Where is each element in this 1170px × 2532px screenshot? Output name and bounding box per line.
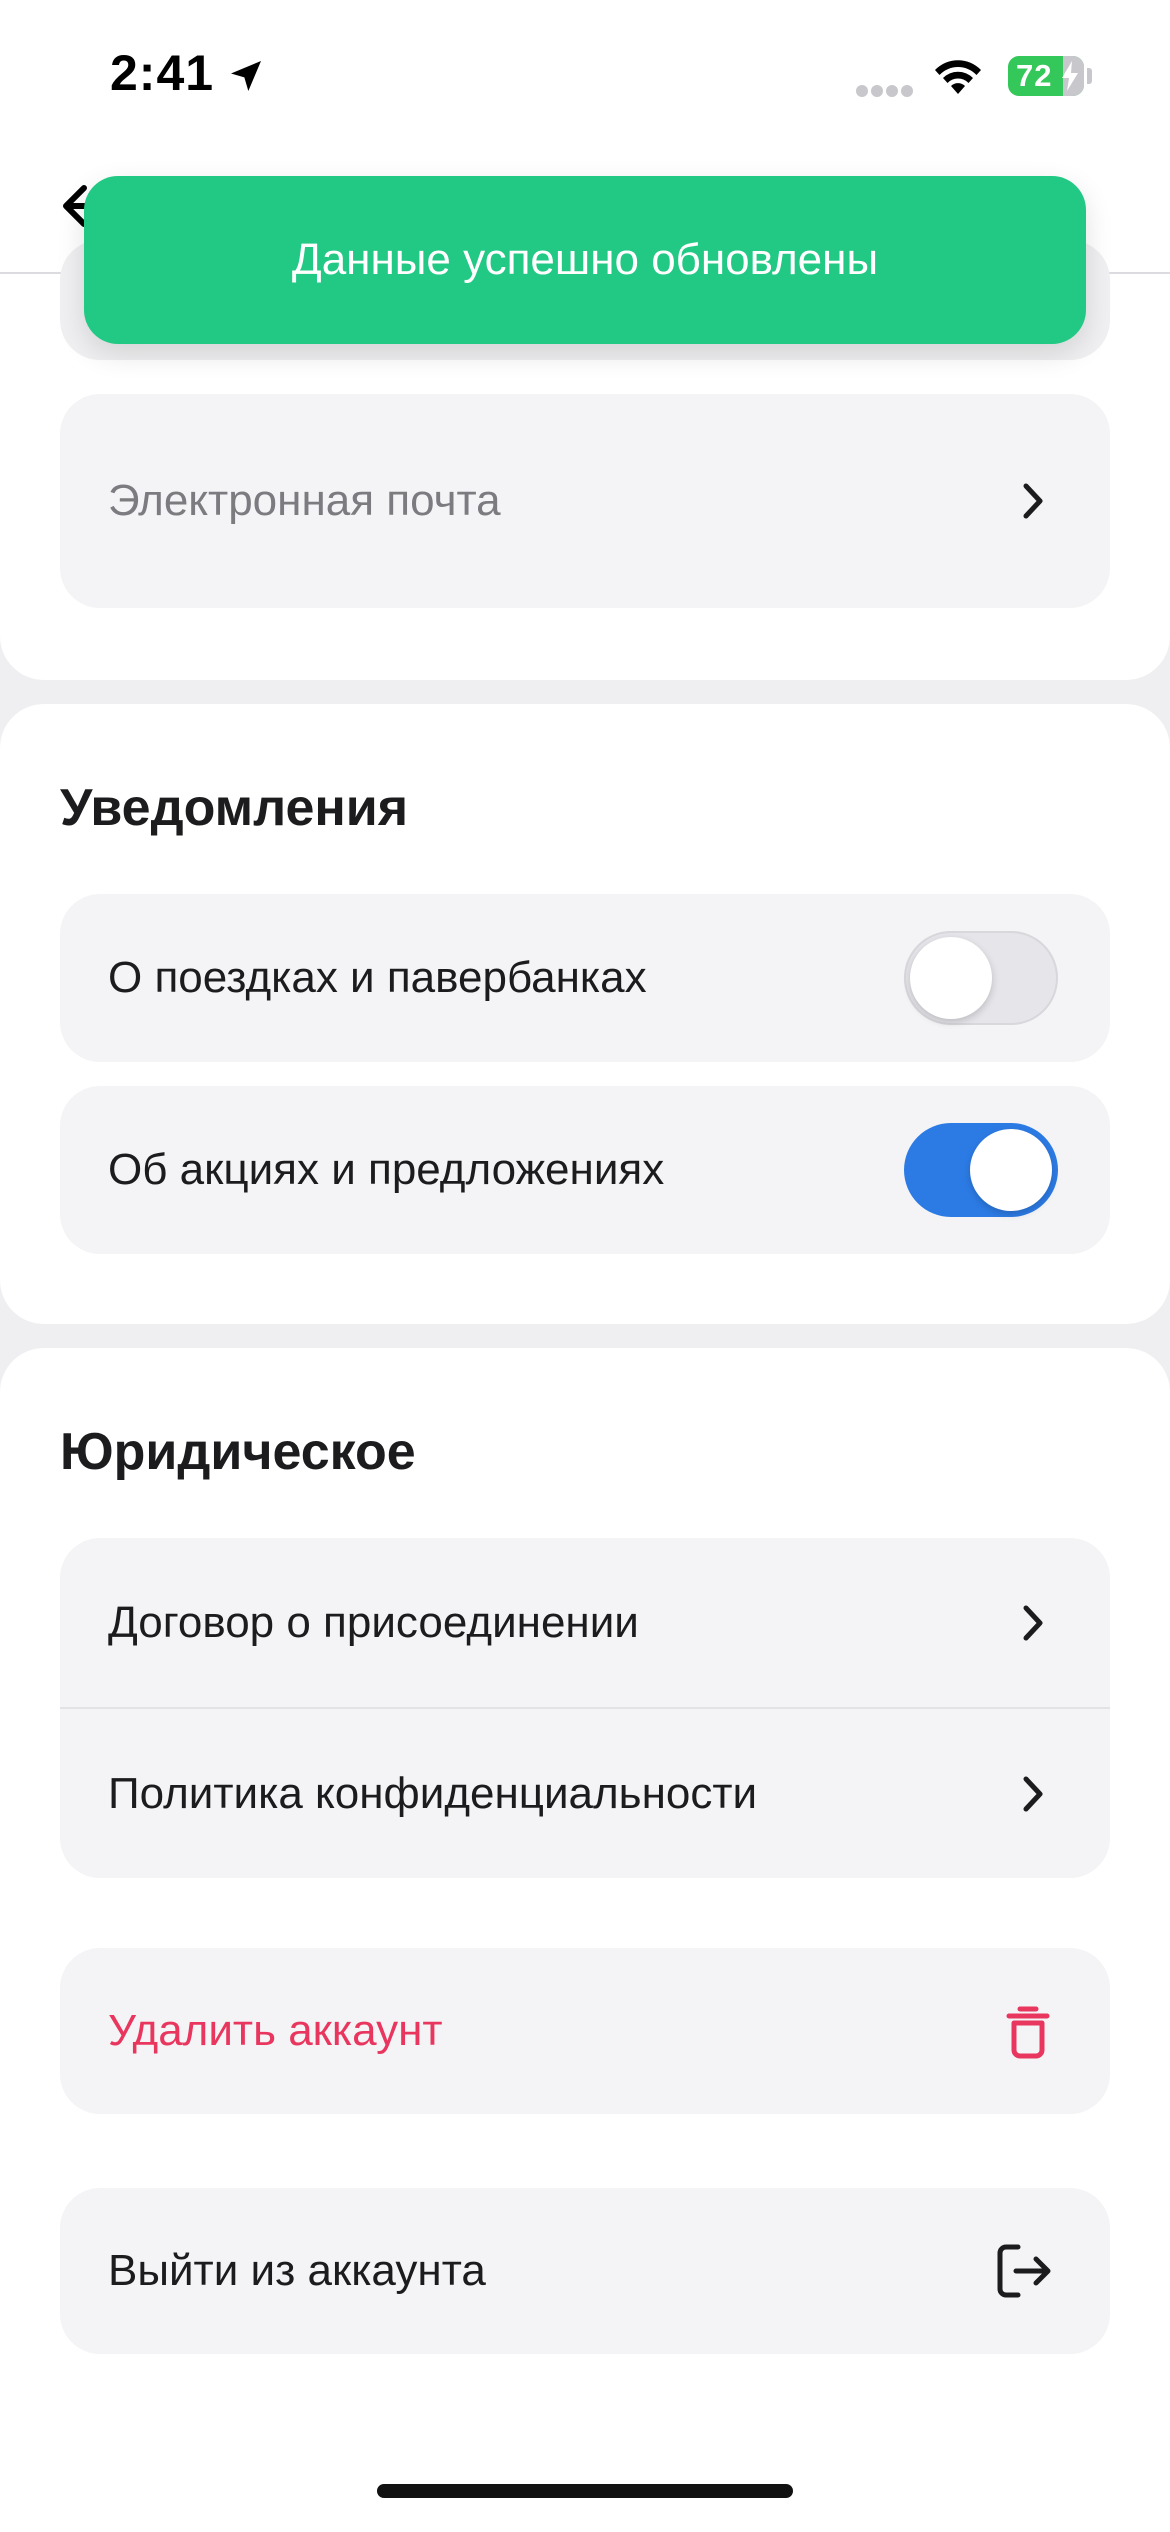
chevron-right-icon: [1023, 483, 1043, 519]
notification-trips-label: О поездках и павербанках: [108, 953, 647, 1002]
delete-account-button[interactable]: Удалить аккаунт: [60, 1948, 1110, 2114]
notifications-title: Уведомления: [60, 779, 409, 837]
battery-level: 72: [1016, 58, 1053, 93]
legal-item-privacy[interactable]: Политика конфиденциальности: [60, 1709, 1110, 1878]
legal-title: Юридическое: [60, 1423, 416, 1481]
wifi-icon: [935, 60, 981, 94]
email-card[interactable]: Электронная почта: [60, 394, 1110, 608]
delete-account-label: Удалить аккаунт: [108, 2006, 443, 2055]
delete-account-row[interactable]: Удалить аккаунт: [60, 1948, 1110, 2114]
notification-promos-card: Об акциях и предложениях: [60, 1086, 1110, 1254]
notification-promos-toggle[interactable]: [904, 1123, 1058, 1217]
chevron-right-icon: [1023, 1605, 1043, 1640]
toast-message: Данные успешно обновлены: [291, 235, 879, 284]
notification-promos-row: Об акциях и предложениях: [60, 1086, 1110, 1254]
status-time: 2:41: [110, 45, 215, 101]
success-toast: Данные успешно обновлены: [84, 176, 1086, 344]
notification-trips-card: О поездках и павербанках: [60, 894, 1110, 1062]
legal-item-privacy-label: Политика конфиденциальности: [108, 1768, 758, 1818]
legal-card: Договор о присоединении Политика конфиде…: [60, 1538, 1110, 1878]
legal-item-agreement[interactable]: Договор о присоединении: [60, 1538, 1110, 1707]
email-label: Электронная почта: [108, 476, 501, 525]
cellular-signal-icon: [856, 85, 913, 97]
notifications-section: Уведомления О поездках и павербанках Об …: [0, 704, 1170, 1324]
logout-label: Выйти из аккаунта: [108, 2246, 486, 2295]
toggle-knob: [910, 937, 992, 1019]
logout-icon: [997, 2244, 1051, 2298]
toggle-knob: [970, 1129, 1052, 1211]
email-row[interactable]: Электронная почта: [60, 394, 1110, 608]
chevron-right-icon: [1023, 1776, 1043, 1811]
notification-trips-toggle[interactable]: [904, 931, 1058, 1025]
status-bar: 2:41 72: [0, 0, 1170, 150]
legal-section: Юридическое Договор о присоединении Поли…: [0, 1348, 1170, 2532]
charging-bolt-icon: [1062, 61, 1078, 91]
location-arrow-icon: [231, 61, 261, 91]
trash-icon: [1006, 2006, 1050, 2059]
home-indicator[interactable]: [377, 2484, 793, 2498]
battery-cap: [1087, 68, 1092, 84]
logout-row[interactable]: Выйти из аккаунта: [60, 2188, 1110, 2354]
battery-indicator: 72: [1008, 56, 1084, 96]
notification-trips-row: О поездках и павербанках: [60, 894, 1110, 1062]
legal-item-agreement-label: Договор о присоединении: [108, 1597, 639, 1647]
notification-promos-label: Об акциях и предложениях: [108, 1145, 665, 1194]
logout-button[interactable]: Выйти из аккаунта: [60, 2188, 1110, 2354]
